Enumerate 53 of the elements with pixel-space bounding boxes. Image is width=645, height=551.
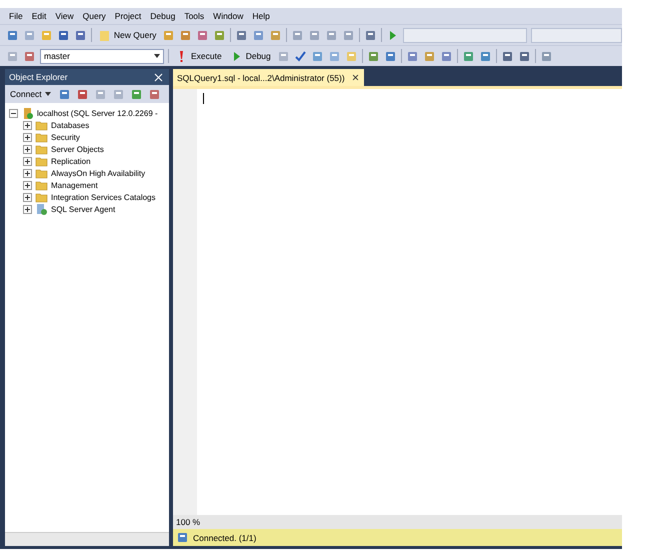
expand-icon[interactable] [23, 120, 32, 130]
menu-item[interactable]: Tools [184, 11, 204, 21]
dropdown-arrow-icon[interactable] [154, 54, 160, 58]
status-text: Connected. (1/1) [193, 532, 256, 542]
tree-item[interactable]: SQL Server Agent [51, 204, 116, 214]
menu-item[interactable]: Query [82, 11, 106, 21]
folder-icon [35, 154, 48, 168]
expand-icon[interactable] [23, 132, 32, 142]
agent-icon [35, 202, 48, 216]
expand-icon[interactable] [23, 192, 32, 202]
horizontal-scrollbar[interactable] [5, 532, 169, 546]
folder-icon [35, 142, 48, 156]
menu-item[interactable]: Window [213, 11, 244, 21]
folder-icon [35, 118, 48, 132]
expand-icon[interactable] [23, 168, 32, 178]
new-query-button[interactable]: New Query [96, 27, 158, 43]
expand-icon[interactable] [23, 156, 32, 166]
zoom-level[interactable]: 100 % [176, 517, 200, 527]
tree-item[interactable]: Databases [51, 120, 90, 130]
folder-icon [35, 178, 48, 192]
find-field[interactable] [530, 28, 622, 42]
folder-icon [35, 130, 48, 144]
close-icon[interactable] [152, 70, 165, 84]
execute-button[interactable]: Execute [173, 48, 224, 64]
tree-item[interactable]: AlwaysOn High Availability [51, 168, 146, 178]
menu-item[interactable]: Edit [32, 11, 46, 21]
folder-icon [35, 166, 48, 180]
collapse-icon[interactable] [9, 108, 18, 118]
server-icon [21, 106, 34, 120]
tree-item[interactable]: Integration Services Catalogs [51, 192, 156, 202]
panel-title: Object Explorer [9, 72, 68, 82]
database-select[interactable]: master [40, 48, 164, 64]
folder-icon [35, 190, 48, 204]
menu-item[interactable]: File [9, 11, 23, 21]
tree-item[interactable]: Server Objects [51, 144, 104, 154]
editor-tab[interactable]: SQLQuery1.sql - local...2\Administrator (55)) [173, 69, 364, 86]
menu-item[interactable]: View [55, 11, 74, 21]
tree-item[interactable]: Replication [51, 156, 91, 166]
tree-item[interactable]: Management [51, 180, 98, 190]
menu-item[interactable]: Debug [150, 11, 176, 21]
debug-button[interactable]: Debug [228, 48, 273, 64]
text-cursor [203, 93, 204, 104]
menu-item[interactable]: Help [252, 11, 270, 21]
expand-icon[interactable] [23, 144, 32, 154]
dropdown-arrow-icon[interactable] [44, 92, 51, 96]
solution-config-field[interactable] [402, 28, 527, 42]
expand-icon[interactable] [23, 204, 32, 214]
menu-item[interactable]: Project [114, 11, 142, 21]
check-icon[interactable] [294, 50, 307, 62]
expand-icon[interactable] [23, 180, 32, 190]
tree-item[interactable]: Security [51, 132, 80, 142]
tree-item[interactable]: localhost (SQL Server 12.0.2269 - [37, 108, 158, 118]
close-icon[interactable] [350, 73, 360, 82]
